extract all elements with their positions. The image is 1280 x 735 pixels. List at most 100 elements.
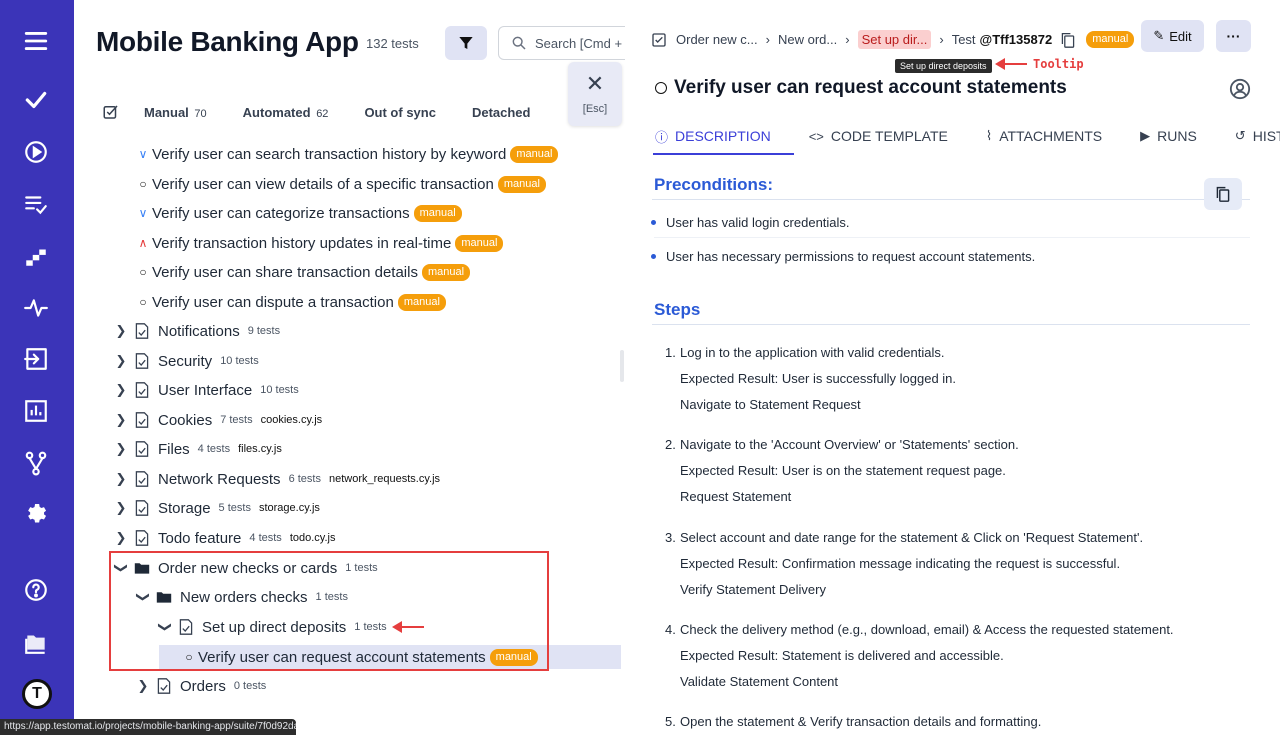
tab-out-of-sync[interactable]: Out of sync — [364, 105, 436, 120]
tab-manual[interactable]: Manual 70 — [144, 105, 207, 120]
menu-icon[interactable] — [20, 25, 52, 57]
chevron-right-icon[interactable]: ❯ — [114, 382, 128, 398]
annotation-arrow — [392, 621, 424, 633]
tab-attachments[interactable]: ⌇ ATTACHMENTS — [986, 124, 1102, 148]
tab-history[interactable]: ↺HIST — [1235, 124, 1280, 148]
filter-button[interactable] — [445, 26, 487, 60]
chevron-right-icon[interactable]: ❯ — [114, 412, 128, 428]
chevron-right-icon[interactable]: ❯ — [136, 678, 150, 694]
suite-row[interactable]: ❯ Orders 0 tests — [136, 672, 267, 700]
import-icon[interactable] — [20, 343, 52, 375]
suite-file-icon — [157, 678, 171, 694]
chevron-right-icon[interactable]: ❯ — [114, 323, 128, 339]
play-icon[interactable] — [20, 136, 52, 168]
suite-count: 4 tests — [197, 443, 231, 455]
test-row[interactable]: ○ Verify user can dispute a transaction … — [136, 288, 446, 316]
status-icon: ○ — [139, 177, 147, 191]
edit-button[interactable]: ✎ Edit — [1141, 20, 1204, 52]
annotation-label: Tooltip — [1033, 57, 1084, 71]
tab-runs[interactable]: ▶ RUNS — [1140, 124, 1197, 148]
link-status-bar: https://app.testomat.io/projects/mobile-… — [0, 719, 296, 735]
suite-file: network_requests.cy.js — [328, 473, 441, 485]
suite-row[interactable]: ❯ Network Requests 6 tests network_reque… — [114, 465, 441, 493]
step-next: Verify Statement Delivery — [680, 582, 826, 597]
help-icon[interactable] — [20, 574, 52, 606]
tab-description[interactable]: ⓘ DESCRIPTION — [655, 124, 771, 148]
chevron-right-icon[interactable]: ❯ — [114, 441, 128, 457]
test-row[interactable]: ○ Verify user can share transaction deta… — [136, 258, 471, 286]
manual-badge: manual — [1086, 31, 1135, 48]
test-row[interactable]: ∨ Verify user can search transaction his… — [136, 140, 559, 168]
breadcrumb-item[interactable]: New ord... — [778, 32, 837, 47]
status-icon: ○ — [139, 265, 147, 279]
copy-button[interactable] — [1204, 178, 1242, 210]
manual-badge: manual — [397, 293, 446, 311]
brand-logo[interactable]: T — [22, 679, 52, 709]
panel-resize-handle[interactable] — [620, 350, 624, 382]
suite-row[interactable]: ❯ Security 10 tests — [114, 347, 259, 375]
step-number: 1. — [665, 345, 676, 360]
suite-file-icon — [135, 323, 149, 339]
copy-icon[interactable] — [1060, 31, 1076, 49]
more-options-button[interactable]: ··· — [1216, 20, 1251, 52]
breadcrumb-item-active[interactable]: Set up dir... — [857, 30, 932, 49]
manual-badge: manual — [413, 204, 462, 222]
suite-row[interactable]: ❯ Todo feature 4 tests todo.cy.js — [114, 524, 336, 552]
chevron-right-icon[interactable]: ❯ — [114, 353, 128, 369]
chevron-right-icon[interactable]: ❯ — [114, 500, 128, 516]
test-row[interactable]: ○ Verify user can view details of a spec… — [136, 170, 546, 198]
suite-count: 9 tests — [247, 325, 281, 337]
checkmark-icon[interactable] — [20, 84, 52, 116]
settings-icon[interactable] — [20, 498, 52, 530]
list-check-icon[interactable] — [20, 188, 52, 220]
test-row[interactable]: ∨ Verify user can categorize transaction… — [136, 199, 462, 227]
stairs-icon[interactable] — [20, 240, 52, 272]
status-icon: ∧ — [138, 236, 148, 250]
breadcrumb: Order new c... › New ord... › Set up dir… — [651, 30, 1135, 49]
play-icon: ▶ — [1140, 128, 1151, 143]
step-expected: Expected Result: Confirmation message in… — [680, 556, 1121, 571]
select-all-icon[interactable] — [102, 103, 120, 121]
test-row[interactable]: ∧ Verify transaction history updates in … — [136, 229, 504, 257]
step-expected: Expected Result: User is on the statemen… — [680, 463, 1006, 478]
search-input[interactable]: Search [Cmd + — [498, 26, 638, 60]
chevron-right-icon[interactable]: ❯ — [114, 530, 128, 546]
step-next: Request Statement — [680, 489, 792, 504]
step-action: Select account and date range for the st… — [680, 530, 1144, 545]
annotation-arrow — [995, 58, 1027, 70]
checklist-icon — [652, 32, 666, 47]
manual-badge: manual — [455, 234, 504, 252]
suite-label: Notifications — [158, 322, 240, 340]
filter-icon — [459, 37, 473, 49]
suite-row[interactable]: ❯ User Interface 10 tests — [114, 376, 299, 404]
suite-file-icon — [135, 530, 149, 546]
suite-count: 7 tests — [220, 414, 253, 426]
pulse-icon[interactable] — [20, 292, 52, 324]
step-expected: Expected Result: User is successfully lo… — [680, 371, 957, 386]
search-placeholder: Search [Cmd + — [535, 35, 623, 51]
branch-icon[interactable] — [20, 447, 52, 479]
close-panel-button[interactable]: ✕ [Esc] — [568, 62, 622, 126]
tab-code-template[interactable]: <> CODE TEMPLATE — [809, 124, 948, 148]
chevron-right-icon[interactable]: ❯ — [114, 471, 128, 487]
suite-row[interactable]: ❯ Storage 5 tests storage.cy.js — [114, 494, 320, 522]
suite-count: 5 tests — [218, 502, 251, 514]
tab-automated[interactable]: Automated 62 — [243, 105, 329, 120]
step-number: 4. — [665, 622, 676, 637]
suite-row[interactable]: ❯ Cookies 7 tests cookies.cy.js — [114, 406, 323, 434]
tab-detached[interactable]: Detached — [472, 105, 531, 120]
preconditions-heading: Preconditions: — [654, 175, 774, 194]
test-id: @Tff135872 — [979, 32, 1053, 47]
suite-row[interactable]: ❯ Notifications 9 tests — [114, 317, 281, 345]
status-icon: ∨ — [138, 206, 148, 220]
suite-label: Storage — [158, 499, 211, 517]
step-number: 2. — [665, 437, 676, 452]
user-avatar-icon[interactable] — [1229, 78, 1251, 100]
suite-row[interactable]: ❯ Files 4 tests files.cy.js — [114, 435, 282, 463]
analytics-icon[interactable] — [20, 395, 52, 427]
folder-icon[interactable] — [20, 626, 52, 658]
breadcrumb-item[interactable]: Order new c... — [676, 32, 758, 47]
test-label: Verify transaction history updates in re… — [152, 234, 452, 252]
annotation-box — [109, 551, 549, 671]
manual-badge: manual — [497, 175, 546, 193]
